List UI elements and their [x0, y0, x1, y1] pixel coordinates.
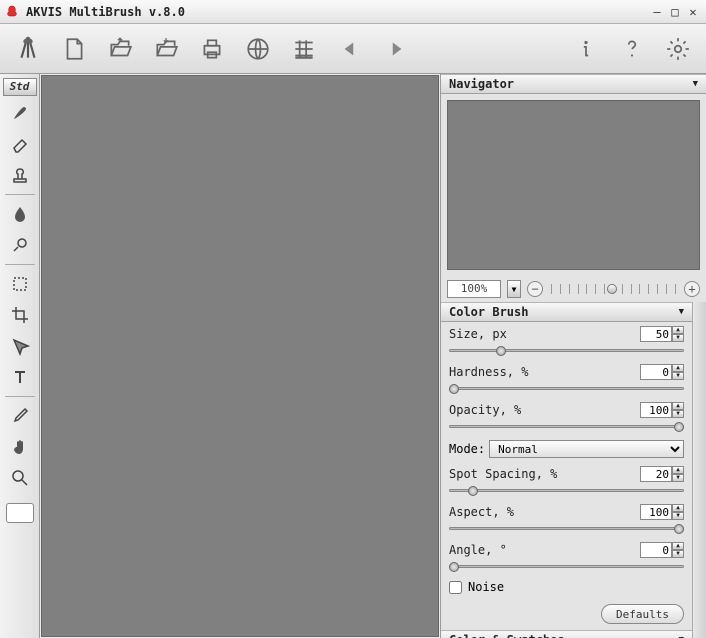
hardness-slider[interactable]: [449, 382, 684, 394]
eraser-tool[interactable]: [4, 130, 36, 158]
param-noise: Noise: [441, 576, 692, 598]
param-aspect: Aspect, % ▲▼: [441, 500, 692, 534]
spot-slider[interactable]: [449, 484, 684, 496]
maximize-button[interactable]: □: [666, 4, 684, 20]
param-spot: Spot Spacing, % ▲▼: [441, 462, 692, 496]
defaults-button[interactable]: Defaults: [601, 604, 684, 624]
collapse-icon: ▼: [693, 79, 698, 89]
opacity-label: Opacity, %: [449, 403, 521, 417]
param-angle: Angle, ° ▲▼: [441, 538, 692, 572]
defaults-row: Defaults: [441, 598, 692, 630]
zoom-in-button[interactable]: +: [684, 281, 700, 297]
aspect-slider[interactable]: [449, 522, 684, 534]
opacity-input[interactable]: [640, 402, 672, 418]
color-swatches-header[interactable]: Color & Swatches ▼: [441, 630, 692, 638]
collapse-icon: ▼: [679, 307, 684, 317]
separator: [5, 264, 35, 265]
color-swatches-title: Color & Swatches: [449, 633, 565, 638]
size-slider[interactable]: [449, 344, 684, 356]
web-button[interactable]: [238, 29, 278, 69]
right-scrollbar[interactable]: [692, 302, 706, 638]
move-tool[interactable]: [4, 332, 36, 360]
close-button[interactable]: ✕: [684, 4, 702, 20]
mode-select[interactable]: Normal: [489, 440, 684, 458]
size-input[interactable]: [640, 326, 672, 342]
brush-tool[interactable]: [4, 99, 36, 127]
print-button[interactable]: [192, 29, 232, 69]
open-file-button[interactable]: [100, 29, 140, 69]
mode-std-button[interactable]: Std: [3, 78, 37, 96]
grid-button[interactable]: [284, 29, 324, 69]
separator: [5, 396, 35, 397]
angle-up[interactable]: ▲: [672, 542, 684, 550]
color-brush-header[interactable]: Color Brush ▼: [441, 302, 692, 322]
spot-down[interactable]: ▼: [672, 474, 684, 482]
color-swatch[interactable]: [6, 503, 34, 523]
hand-tool[interactable]: [4, 433, 36, 461]
angle-label: Angle, °: [449, 543, 507, 557]
angle-slider[interactable]: [449, 560, 684, 572]
spot-label: Spot Spacing, %: [449, 467, 557, 481]
hardness-input[interactable]: [640, 364, 672, 380]
navigator-zoom-bar: 100% ▼ − +: [441, 276, 706, 302]
redo-button[interactable]: [376, 29, 416, 69]
aspect-up[interactable]: ▲: [672, 504, 684, 512]
size-up[interactable]: ▲: [672, 326, 684, 334]
size-down[interactable]: ▼: [672, 334, 684, 342]
zoom-out-button[interactable]: −: [527, 281, 543, 297]
param-hardness: Hardness, % ▲▼: [441, 360, 692, 394]
window-title: AKVIS MultiBrush v.8.0: [26, 5, 648, 19]
opacity-up[interactable]: ▲: [672, 402, 684, 410]
spot-input[interactable]: [640, 466, 672, 482]
canvas-area[interactable]: [41, 75, 439, 637]
size-label: Size, px: [449, 327, 507, 341]
right-panel: Navigator ▼ 100% ▼ − + Color Brush ▼ Siz…: [440, 74, 706, 638]
opacity-slider[interactable]: [449, 420, 684, 432]
param-opacity: Opacity, % ▲▼: [441, 398, 692, 432]
stamp-tool[interactable]: [4, 161, 36, 189]
save-file-button[interactable]: [146, 29, 186, 69]
navigator-title: Navigator: [449, 77, 514, 91]
opacity-down[interactable]: ▼: [672, 410, 684, 418]
noise-label: Noise: [468, 580, 504, 594]
separator: [5, 194, 35, 195]
aspect-down[interactable]: ▼: [672, 512, 684, 520]
app-logo-icon: [4, 4, 20, 20]
zoom-value: 100%: [447, 280, 501, 298]
undo-button[interactable]: [330, 29, 370, 69]
settings-button[interactable]: [658, 29, 698, 69]
dodge-tool[interactable]: [4, 231, 36, 259]
blur-tool[interactable]: [4, 200, 36, 228]
navigator-header[interactable]: Navigator ▼: [441, 74, 706, 94]
left-toolbar: Std: [0, 74, 40, 638]
help-button[interactable]: [612, 29, 652, 69]
aspect-label: Aspect, %: [449, 505, 514, 519]
crop-tool[interactable]: [4, 301, 36, 329]
aspect-input[interactable]: [640, 504, 672, 520]
select-tool[interactable]: [4, 270, 36, 298]
param-mode: Mode: Normal: [441, 436, 692, 462]
navigator-preview[interactable]: [447, 100, 700, 270]
hardness-down[interactable]: ▼: [672, 372, 684, 380]
angle-input[interactable]: [640, 542, 672, 558]
color-brush-title: Color Brush: [449, 305, 528, 319]
main-toolbar: [0, 24, 706, 74]
angle-down[interactable]: ▼: [672, 550, 684, 558]
brushes-icon[interactable]: [8, 29, 48, 69]
spot-up[interactable]: ▲: [672, 466, 684, 474]
new-file-button[interactable]: [54, 29, 94, 69]
mode-label: Mode:: [449, 442, 485, 456]
param-size: Size, px ▲▼: [441, 322, 692, 356]
minimize-button[interactable]: —: [648, 4, 666, 20]
hardness-up[interactable]: ▲: [672, 364, 684, 372]
zoom-tool[interactable]: [4, 464, 36, 492]
text-tool[interactable]: [4, 363, 36, 391]
titlebar: AKVIS MultiBrush v.8.0 — □ ✕: [0, 0, 706, 24]
noise-checkbox[interactable]: [449, 581, 462, 594]
eyedropper-tool[interactable]: [4, 402, 36, 430]
hardness-label: Hardness, %: [449, 365, 528, 379]
zoom-slider[interactable]: [549, 281, 678, 297]
zoom-dropdown[interactable]: ▼: [507, 280, 521, 298]
info-button[interactable]: [566, 29, 606, 69]
